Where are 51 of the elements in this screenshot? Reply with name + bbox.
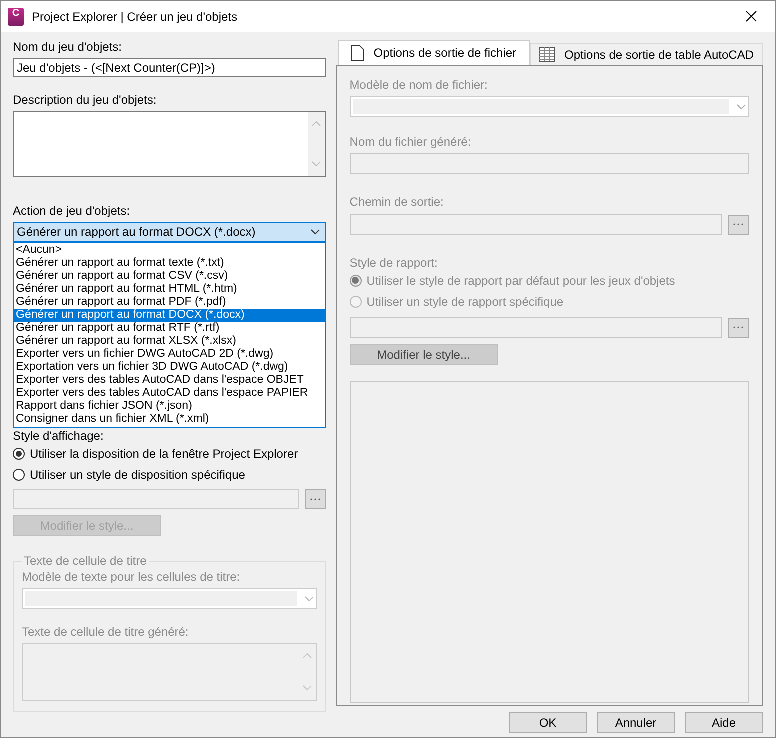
field-label: Modèle de nom de fichier: bbox=[350, 78, 489, 92]
radio-button[interactable] bbox=[13, 468, 25, 480]
group-title: Texte de cellule de titre bbox=[23, 554, 148, 568]
field-label: Texte de cellule de titre généré: bbox=[22, 625, 190, 639]
field-label: Style d'affichage: bbox=[13, 429, 105, 443]
dropdown-option[interactable]: Générer un rapport au format CSV (*.csv) bbox=[14, 270, 325, 283]
dropdown-option[interactable]: Exportation vers un fichier 3D DWG AutoCAD (*.dwg) bbox=[14, 361, 325, 374]
dropdown-option[interactable]: <Aucun> bbox=[14, 244, 325, 257]
description-field[interactable] bbox=[13, 111, 326, 177]
dialog-button[interactable]: OK bbox=[509, 712, 587, 733]
field-label: Modèle de texte pour les cellules de titre: bbox=[22, 570, 242, 584]
dropdown-option[interactable]: Générer un rapport au format HTML (*.htm) bbox=[14, 283, 325, 296]
ellipsis-icon bbox=[310, 498, 321, 500]
name-field[interactable]: Jeu d'objets - (<[Next Counter(CP)]>) bbox=[13, 58, 326, 77]
scroll-down-icon[interactable] bbox=[312, 161, 321, 167]
ellipsis-icon bbox=[733, 326, 744, 329]
dialog-button[interactable]: Aide bbox=[685, 712, 763, 733]
field-label: Action de jeu d'objets: bbox=[13, 204, 132, 218]
action-dropdown[interactable]: Générer un rapport au format DOCX (*.docx) bbox=[13, 222, 326, 242]
dialog-button[interactable]: Annuler bbox=[597, 712, 675, 733]
app-icon: C bbox=[8, 8, 24, 26]
browse-button[interactable] bbox=[304, 489, 326, 509]
dropdown-option[interactable]: Rapport dans fichier JSON (*.json) bbox=[14, 400, 325, 413]
scroll-down-icon[interactable] bbox=[302, 685, 312, 691]
document-icon bbox=[350, 45, 364, 61]
ellipsis-icon bbox=[733, 223, 744, 226]
dropdown-option[interactable]: Générer un rapport au format PDF (*.pdf) bbox=[14, 296, 325, 309]
field-label: Description du jeu d'objets: bbox=[13, 93, 158, 107]
dropdown-option[interactable]: Consigner dans un fichier XML (*.xml) bbox=[14, 413, 325, 426]
window-title: Project Explorer | Créer un jeu d'objets bbox=[32, 10, 239, 24]
radio-button[interactable] bbox=[13, 448, 25, 460]
chevron-down-icon bbox=[737, 104, 746, 110]
radio-label[interactable]: Utiliser la disposition de la fenêtre Project Explorer bbox=[30, 446, 298, 460]
chevron-down-icon bbox=[304, 596, 314, 602]
dropdown-option[interactable]: Générer un rapport au format DOCX (*.docx) bbox=[14, 309, 325, 322]
field-label: Style de rapport: bbox=[350, 256, 439, 270]
chevron-down-icon bbox=[310, 229, 320, 235]
scroll-up-icon[interactable] bbox=[312, 121, 321, 127]
dropdown-option[interactable]: Exporter vers des tables AutoCAD dans l'espace PAPIER bbox=[14, 387, 325, 400]
field-label: Chemin de sortie: bbox=[350, 195, 445, 209]
dropdown-option[interactable]: Générer un rapport au format XLSX (*.xlsx) bbox=[14, 335, 325, 348]
table-icon bbox=[538, 47, 555, 62]
radio-label[interactable]: Utiliser un style de disposition spécifique bbox=[30, 468, 246, 482]
dropdown-option[interactable]: Exporter vers un fichier DWG AutoCAD 2D (*.dwg) bbox=[14, 348, 325, 361]
dropdown-option[interactable]: Exporter vers des tables AutoCAD dans l'espace OBJET bbox=[14, 374, 325, 387]
dropdown-option[interactable]: Générer un rapport au format RTF (*.rtf) bbox=[14, 322, 325, 335]
scroll-up-icon[interactable] bbox=[302, 653, 312, 659]
field-label: Nom du fichier généré: bbox=[350, 135, 472, 149]
field-label: Nom du jeu d'objets: bbox=[13, 40, 124, 54]
close-icon[interactable] bbox=[746, 11, 757, 22]
dropdown-option[interactable]: Générer un rapport au format texte (*.txt) bbox=[14, 257, 325, 270]
